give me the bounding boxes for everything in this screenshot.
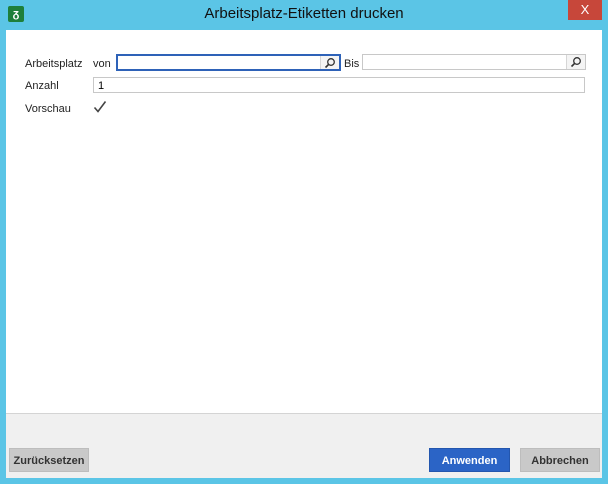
dialog-content: Arbeitsplatz von Bis Anzahl 1 Vorschau Z… (6, 30, 602, 478)
bis-label: Bis (344, 58, 360, 70)
bis-search-button[interactable] (566, 55, 585, 69)
reset-button[interactable]: Zurücksetzen (9, 448, 89, 472)
von-field[interactable] (116, 54, 341, 71)
cancel-button[interactable]: Abbrechen (520, 448, 600, 472)
bis-input[interactable] (363, 56, 585, 70)
close-button[interactable]: X (568, 0, 602, 20)
search-icon (570, 57, 581, 68)
anzahl-label: Anzahl (25, 80, 59, 92)
title-bar[interactable]: ᵹ Arbeitsplatz-Etiketten drucken X (0, 0, 608, 30)
von-input[interactable] (118, 57, 339, 71)
window-title: Arbeitsplatz-Etiketten drucken (204, 5, 404, 22)
bis-field[interactable] (362, 54, 586, 70)
von-label: von (93, 58, 111, 70)
check-icon (93, 101, 107, 113)
vorschau-checkbox[interactable] (93, 100, 107, 114)
anzahl-field[interactable] (93, 77, 585, 93)
vorschau-label: Vorschau (25, 103, 71, 115)
apply-button[interactable]: Anwenden (429, 448, 510, 472)
dialog-footer: Zurücksetzen Anwenden Abbrechen (6, 413, 602, 478)
anzahl-input[interactable] (94, 79, 584, 93)
search-icon (324, 58, 335, 69)
dialog-window: ᵹ Arbeitsplatz-Etiketten drucken X Arbei… (0, 0, 608, 484)
von-search-button[interactable] (320, 56, 339, 69)
arbeitsplatz-label: Arbeitsplatz (25, 58, 83, 70)
